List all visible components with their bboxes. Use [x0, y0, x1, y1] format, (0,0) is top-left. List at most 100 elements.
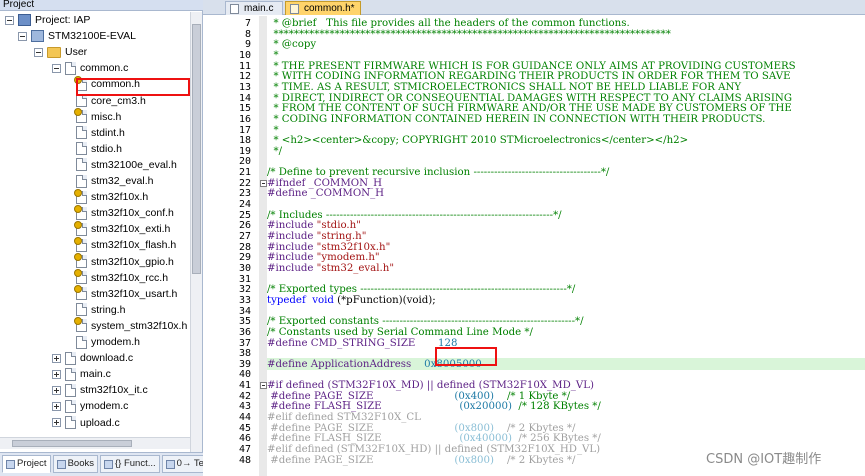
- tab-common-h[interactable]: common.h*: [285, 1, 361, 15]
- code-token: ****************************************…: [267, 28, 671, 40]
- code-token: (0x800): [454, 454, 494, 466]
- code-token: /* Exported constants ------------------…: [267, 316, 584, 328]
- tree-item[interactable]: stm32f10x_conf.h: [74, 204, 174, 221]
- file-key-icon: [74, 269, 87, 285]
- line-number: 36: [238, 326, 251, 338]
- panel-tab[interactable]: {} Funct...: [99, 455, 160, 473]
- tree-item-label: ymodem.h: [91, 336, 141, 348]
- tab-icon: [103, 459, 113, 469]
- fold-toggle-icon[interactable]: [260, 179, 267, 187]
- tree-item-label: string.h: [91, 303, 126, 316]
- tree-item[interactable]: stm32f10x_flash.h: [74, 236, 176, 253]
- hscroll-thumb[interactable]: [12, 440, 132, 447]
- line-number: 8: [244, 28, 251, 40]
- tree-item[interactable]: User: [34, 44, 87, 60]
- code-token: #define PAGE_SIZE: [267, 454, 455, 466]
- file-icon: [76, 335, 87, 349]
- expand-icon[interactable]: [52, 353, 61, 363]
- line-number: 7: [244, 18, 251, 29]
- tree-item[interactable]: download.c: [52, 350, 133, 366]
- line-number: 48: [238, 454, 251, 466]
- code-token: * THE PRESENT FIRMWARE WHICH IS FOR GUID…: [267, 60, 796, 72]
- tree-item[interactable]: common.c: [52, 60, 128, 76]
- code-text-area[interactable]: * @brief This file provides all the head…: [267, 16, 865, 476]
- tree-item[interactable]: STM32100E-EVAL: [18, 28, 136, 44]
- tree-item[interactable]: main.c: [52, 366, 111, 382]
- code-token: (0x40000): [459, 433, 512, 445]
- tree-item[interactable]: Project: IAP: [5, 12, 90, 28]
- code-token: * FROM THE CONTENT OF SUCH FIRMWARE AND/…: [267, 103, 792, 115]
- code-token: /* Constants used by Serial Command Line…: [267, 326, 533, 338]
- tree-item[interactable]: stdint.h: [76, 125, 125, 141]
- tree-item[interactable]: string.h: [76, 302, 125, 318]
- file-icon: [65, 351, 76, 365]
- file-key-icon: [74, 317, 87, 333]
- tree-vertical-scrollbar[interactable]: [190, 12, 202, 452]
- file-key-icon: [74, 253, 87, 268]
- file-key-icon: [74, 188, 87, 204]
- tree-horizontal-scrollbar[interactable]: [0, 437, 190, 449]
- code-line: */: [267, 146, 282, 157]
- expand-icon[interactable]: [52, 369, 61, 379]
- tree-item[interactable]: stm32f10x_it.c: [52, 382, 148, 398]
- tree-item-label: system_stm32f10x.h: [91, 319, 188, 332]
- file-key-icon: [74, 204, 87, 220]
- file-icon: [76, 126, 87, 140]
- collapse-icon[interactable]: [5, 15, 14, 25]
- tree-item[interactable]: stm32f10x_rcc.h: [74, 269, 168, 286]
- tree-item[interactable]: stm32100e_eval.h: [76, 157, 177, 173]
- code-token: #if defined (STM32F10X_MD) || defined (S…: [267, 380, 594, 392]
- tree-item[interactable]: stm32f10x_gpio.h: [74, 253, 174, 270]
- tree-item[interactable]: ymodem.h: [76, 334, 140, 350]
- code-line: #define PAGE_SIZE (0x800) /* 2 Kbytes */: [267, 455, 575, 466]
- line-number: 47: [238, 444, 251, 455]
- file-icon: [65, 61, 76, 75]
- tree-item[interactable]: upload.c: [52, 415, 120, 431]
- panel-tab[interactable]: Books: [52, 455, 98, 473]
- code-token: */: [267, 145, 283, 157]
- line-number: 30: [238, 262, 251, 274]
- file-icon: [230, 4, 239, 14]
- line-number: 12: [238, 71, 251, 83]
- tree-item[interactable]: ymodem.c: [52, 398, 128, 414]
- collapse-icon[interactable]: [34, 47, 43, 57]
- tab-icon: [6, 459, 15, 469]
- tree-item[interactable]: stm32_eval.h: [76, 173, 153, 189]
- code-line: #include "stdio.h": [267, 220, 361, 231]
- project-panel: Project Project: IAP STM32100E-EVAL User co…: [0, 0, 232, 476]
- code-token: #include: [267, 231, 317, 242]
- fold-toggle-icon[interactable]: [260, 382, 267, 390]
- line-number: 31: [238, 273, 251, 285]
- scroll-thumb[interactable]: [192, 24, 201, 274]
- tree-item[interactable]: system_stm32f10x.h: [74, 317, 188, 334]
- code-token: #elif defined STM32F10X_CL: [267, 412, 421, 424]
- code-token: (0x20000): [459, 401, 512, 413]
- tab-main-c[interactable]: main.c: [225, 1, 283, 15]
- panel-tab-label: Project: [17, 458, 47, 469]
- panel-tab[interactable]: Project: [2, 455, 51, 473]
- file-key-icon: [74, 220, 87, 236]
- line-number: 14: [238, 92, 251, 104]
- expand-icon[interactable]: [52, 401, 61, 411]
- line-number: 25: [238, 209, 251, 221]
- code-line: #define CMD_STRING_SIZE 128: [267, 338, 457, 349]
- tree-item[interactable]: stm32f10x_exti.h: [74, 220, 170, 237]
- line-number: 22: [238, 177, 251, 189]
- expand-icon[interactable]: [52, 418, 61, 427]
- code-token: * <h2><center>&copy; COPYRIGHT 2010 STMi…: [267, 135, 689, 147]
- collapse-icon[interactable]: [52, 63, 61, 73]
- code-line: * WITH CODING INFORMATION REGARDING THEI…: [267, 71, 790, 82]
- collapse-icon[interactable]: [18, 31, 27, 41]
- tree-item-label: stm32f10x_it.c: [80, 384, 148, 397]
- code-token: * DIRECT, INDIRECT OR CONSEQUENTIAL DAMA…: [267, 92, 792, 104]
- tree-item[interactable]: stm32f10x_usart.h: [74, 285, 177, 302]
- code-line: /* Includes ----------------------------…: [267, 210, 562, 221]
- tree-item[interactable]: stdio.h: [76, 141, 122, 157]
- expand-icon[interactable]: [52, 385, 61, 395]
- code-token: #define FLASH_SIZE: [267, 433, 460, 445]
- line-number: 18: [238, 135, 251, 147]
- code-token: #define _COMMON_H: [267, 188, 385, 200]
- line-number: 38: [238, 348, 251, 360]
- tree-item[interactable]: misc.h: [74, 108, 121, 125]
- tree-item[interactable]: stm32f10x.h: [74, 188, 148, 205]
